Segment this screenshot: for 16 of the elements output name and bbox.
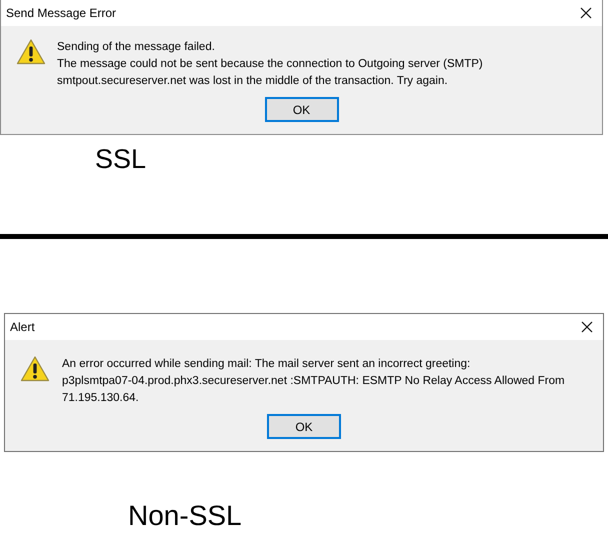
window-title: Alert <box>10 319 35 336</box>
window-title: Send Message Error <box>6 5 116 22</box>
warning-icon <box>20 355 50 383</box>
warning-icon <box>16 38 46 66</box>
caption-text: Non-SSL <box>128 499 243 533</box>
ok-button[interactable]: OK <box>264 97 338 122</box>
message-text: smtpout.secureserver.net was lost in the middle of the transaction. Try again. <box>57 74 449 89</box>
caption-text: SSL <box>95 143 148 176</box>
message-text: The message could not be sent because the connection to Outgoing server (SMTP) <box>57 57 483 72</box>
message-text: An error occurred while sending mail: The mail server sent an incorrect greeting: <box>62 357 472 372</box>
close-icon[interactable] <box>580 7 592 19</box>
message-text: Sending of the message failed. <box>57 40 216 55</box>
message-text: p3plsmtpa07-04.prod.phx3.secureserver.net :SMTPAUTH: ESMTP No Relay Access Allowed From <box>62 374 565 389</box>
close-icon[interactable] <box>581 321 593 333</box>
message-text: 71.195.130.64. <box>62 391 140 406</box>
ok-button[interactable]: OK <box>267 414 341 439</box>
